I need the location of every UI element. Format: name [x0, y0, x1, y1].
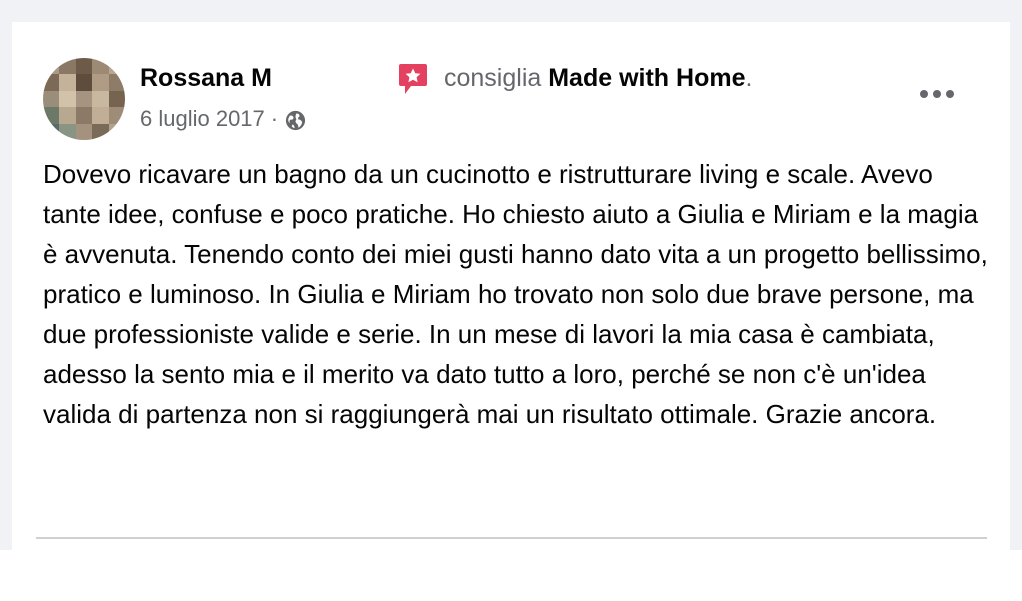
more-dot	[946, 90, 954, 98]
review-post-card: Rossana M consiglia Made with Home. 6 lu…	[12, 34, 1010, 550]
meta-separator: ·	[270, 106, 279, 131]
author-name[interactable]: Rossana M	[140, 64, 272, 93]
page-suffix: .	[745, 64, 753, 92]
page-name-link[interactable]: Made with Home	[548, 64, 745, 92]
post-meta: 6 luglio 2017 ·	[140, 106, 307, 132]
globe-icon	[286, 110, 306, 130]
avatar[interactable]	[43, 58, 125, 140]
feed-background-right	[1010, 22, 1022, 550]
more-options-icon[interactable]	[920, 82, 954, 106]
more-dot	[920, 90, 928, 98]
divider	[36, 537, 987, 539]
recommends-label: consiglia	[444, 64, 542, 92]
post-date[interactable]: 6 luglio 2017	[140, 106, 265, 132]
more-dot	[933, 90, 941, 98]
recommendation-line: consiglia Made with Home.	[444, 64, 752, 93]
feed-background-top	[0, 0, 1022, 22]
feed-background-left	[0, 22, 12, 550]
recommend-star-icon	[399, 64, 427, 94]
review-text: Dovevo ricavare un bagno da un cucinotto…	[43, 159, 988, 429]
